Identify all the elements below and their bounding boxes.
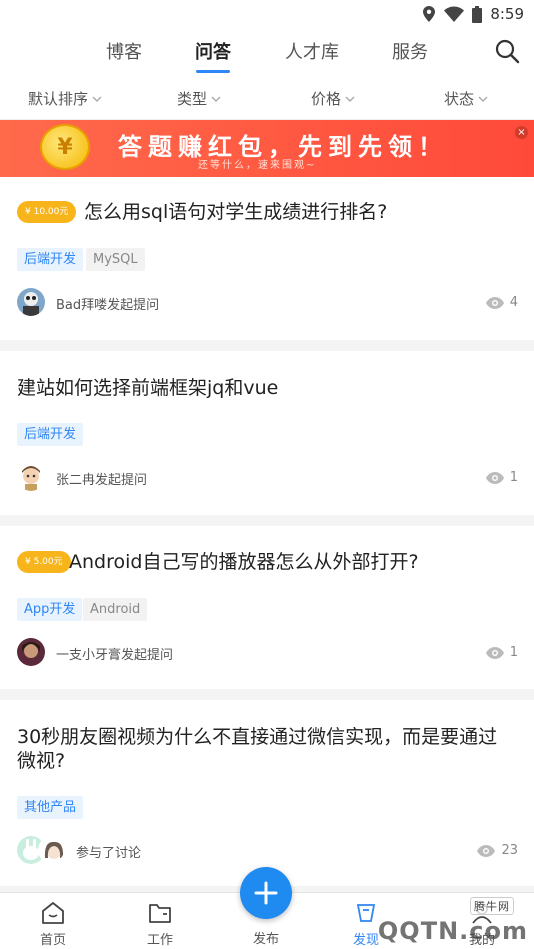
filter-type-label: 类型 [177,90,208,108]
question-tag[interactable]: 后端开发 [17,423,84,446]
filter-status[interactable]: 状态 [444,88,488,109]
question-tag[interactable]: 后端开发 [17,248,84,271]
question-card[interactable]: ¥ 10.00元 怎么用sql语句对学生成绩进行排名? 后端开发 MySQL B… [0,177,534,340]
author-label: 参与了讨论 [76,846,142,861]
tab-talent[interactable]: 人才库 [285,38,339,64]
view-count: 1 [485,645,518,660]
bottom-nav-home[interactable]: 首页 [23,901,83,948]
question-title-line-1[interactable]: 30秒朋友圈视频为什么不直接通过微信实现，而是要通过 [17,724,497,750]
view-count-value: 4 [509,295,518,310]
search-icon[interactable] [494,38,520,64]
avatar[interactable] [38,836,66,864]
location-icon [423,6,436,22]
tab-qa[interactable]: 问答 [195,38,231,64]
coin-icon: ¥ [40,124,90,170]
chevron-down-icon [478,96,488,102]
watermark-badge: 腾牛网 [470,897,514,915]
filter-price[interactable]: 价格 [311,88,355,109]
clock: 8:59 [490,5,524,23]
tab-services[interactable]: 服务 [392,38,428,64]
active-tab-indicator [196,70,230,73]
filter-type[interactable]: 类型 [177,88,221,109]
avatar[interactable] [17,638,45,666]
banner-close-button[interactable]: × [515,126,528,139]
view-count: 23 [477,843,518,858]
filter-sort-label: 默认排序 [28,90,89,108]
eye-icon [485,296,504,309]
eye-icon [485,471,504,484]
bottom-nav-work[interactable]: 工作 [130,901,190,948]
bounty-badge: ¥ 10.00元 [17,201,77,223]
filter-sort[interactable]: 默认排序 [28,88,102,109]
bottom-nav-work-label: 工作 [146,933,173,948]
question-tag[interactable]: App开发 [17,598,83,621]
screen: 8:59 博客 问答 人才库 服务 默认排序 类型 价格 状态 ¥ 答题赚红包，… [0,0,534,949]
filter-bar: 默认排序 类型 价格 状态 [0,78,534,120]
chevron-down-icon [92,96,102,102]
home-icon [42,902,64,924]
status-bar: 8:59 [0,0,534,28]
view-count-value: 23 [501,843,518,858]
view-count: 1 [485,470,518,485]
filter-status-label: 状态 [444,90,475,108]
bottom-nav-discover-label: 发现 [352,933,379,948]
bounty-badge: ¥ 5.00元 [17,551,71,573]
view-count: 4 [485,295,518,310]
publish-button[interactable] [240,867,292,919]
filter-price-label: 价格 [311,90,342,108]
top-nav: 博客 问答 人才库 服务 [0,28,534,78]
question-tag[interactable]: 其他产品 [17,796,84,819]
plus-icon [254,881,278,905]
watermark-text: QQTN.com [377,917,528,945]
watermark: 腾牛网 QQTN.com [377,897,528,945]
bottom-nav-home-label: 首页 [39,933,66,948]
question-card[interactable]: 30秒朋友圈视频为什么不直接通过微信实现，而是要通过 微视? 其他产品 参与了讨… [0,700,534,886]
author-label: 一支小牙膏发起提问 [56,648,174,663]
battery-icon [472,5,483,23]
banner-subtitle: 还等什么，速来围观~ [198,160,317,171]
author-label: Bad拜喽发起提问 [56,298,160,313]
wifi-icon [444,6,465,22]
avatar[interactable] [17,288,45,316]
question-tag[interactable]: Android [83,598,148,621]
view-count-value: 1 [509,470,518,485]
question-title[interactable]: Android自己写的播放器怎么从外部打开? [69,549,419,575]
question-card[interactable]: ¥ 5.00元 Android自己写的播放器怎么从外部打开? App开发 And… [0,526,534,689]
author-label: 张二冉发起提问 [56,473,148,488]
tab-blog[interactable]: 博客 [106,38,142,64]
question-tag[interactable]: MySQL [86,248,145,271]
compass-icon [356,904,376,922]
chevron-down-icon [345,96,355,102]
folder-icon [149,904,171,923]
view-count-value: 1 [509,645,518,660]
eye-icon [477,844,496,857]
chevron-down-icon [211,96,221,102]
question-title[interactable]: 怎么用sql语句对学生成绩进行排名? [84,199,387,225]
question-card[interactable]: 建站如何选择前端框架jq和vue 后端开发 张二冉发起提问 1 [0,351,534,515]
question-title[interactable]: 建站如何选择前端框架jq和vue [17,375,278,401]
publish-label: 发布 [252,932,279,947]
question-title-line-2[interactable]: 微视? [17,748,65,774]
promo-banner[interactable]: ¥ 答题赚红包，先到先领！ 还等什么，速来围观~ × [0,120,534,177]
avatar[interactable] [17,463,45,491]
eye-icon [485,646,504,659]
